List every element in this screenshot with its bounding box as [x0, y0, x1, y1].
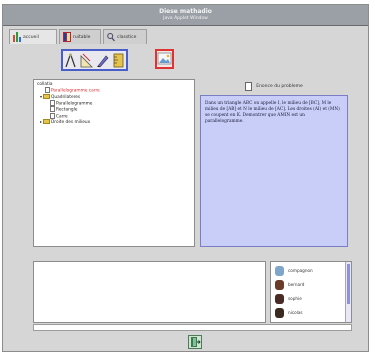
user-name: nicolas	[288, 310, 303, 315]
statement-header: Enonce du probleme	[200, 79, 348, 93]
geometry-toolbar	[61, 49, 128, 71]
tab-ruitable[interactable]: ruitable	[59, 29, 101, 44]
book-icon	[63, 32, 71, 42]
user-item[interactable]: compagnon	[275, 265, 313, 276]
compass-icon[interactable]	[64, 53, 77, 68]
document-icon	[245, 81, 253, 91]
magnifier-icon	[107, 32, 115, 42]
message-input[interactable]	[33, 324, 352, 331]
user-item[interactable]: bernard	[275, 279, 304, 290]
document-icon	[50, 112, 55, 119]
bar-chart-icon	[13, 32, 21, 42]
picture-icon	[157, 52, 172, 69]
scrollbar-thumb[interactable]	[347, 264, 350, 304]
tab-label: ruitable	[73, 34, 91, 40]
image-button[interactable]	[155, 49, 174, 69]
user-name: compagnon	[288, 268, 313, 273]
user-item[interactable]: nicolas	[275, 307, 303, 318]
statement-panel: Dans un triangle ABC on appelle I, le mi…	[200, 95, 348, 247]
tree-item-droite-des-milieux[interactable]: ▸ Droite des milieux	[37, 119, 191, 125]
user-item[interactable]: sophie	[275, 293, 302, 304]
tab-accueil[interactable]: accueil	[9, 29, 57, 44]
avatar	[275, 265, 284, 276]
document-icon	[50, 99, 55, 106]
avatar	[275, 279, 284, 290]
statement-title: Enonce du probleme	[256, 83, 303, 89]
user-list-scrollbar[interactable]	[345, 262, 351, 322]
folder-icon	[43, 119, 50, 124]
tab-label: classtice	[117, 34, 137, 40]
exercise-tree: collatia Parallelogramme carre ▾ Quadrila…	[33, 79, 195, 247]
user-list: compagnon bernard sophie nicolas	[270, 261, 352, 323]
statement-text: Dans un triangle ABC on appelle I, le mi…	[205, 101, 340, 124]
document-icon	[45, 87, 50, 93]
window-title: Diese mathadio	[159, 8, 212, 15]
avatar	[275, 307, 284, 318]
tab-classtice[interactable]: classtice	[103, 29, 147, 44]
chat-area[interactable]	[33, 261, 266, 323]
tree-item-label: Droite des milieux	[51, 120, 91, 125]
user-name: bernard	[288, 282, 305, 287]
exit-door-icon	[189, 337, 201, 350]
title-bar: Diese mathadio Java Applet Window	[3, 5, 368, 26]
geometry-tool-icon[interactable]	[80, 53, 94, 68]
ruler-icon[interactable]	[112, 53, 125, 68]
user-name: sophie	[288, 296, 302, 301]
window-subtitle: Java Applet Window	[163, 16, 208, 21]
exit-button[interactable]	[188, 335, 202, 349]
document-icon	[50, 106, 55, 112]
tab-label: accueil	[23, 34, 39, 40]
pen-icon[interactable]	[96, 53, 109, 68]
folder-icon	[43, 93, 50, 99]
applet-window: Diese mathadio Java Applet Window accuei…	[2, 4, 369, 352]
avatar	[275, 293, 284, 304]
